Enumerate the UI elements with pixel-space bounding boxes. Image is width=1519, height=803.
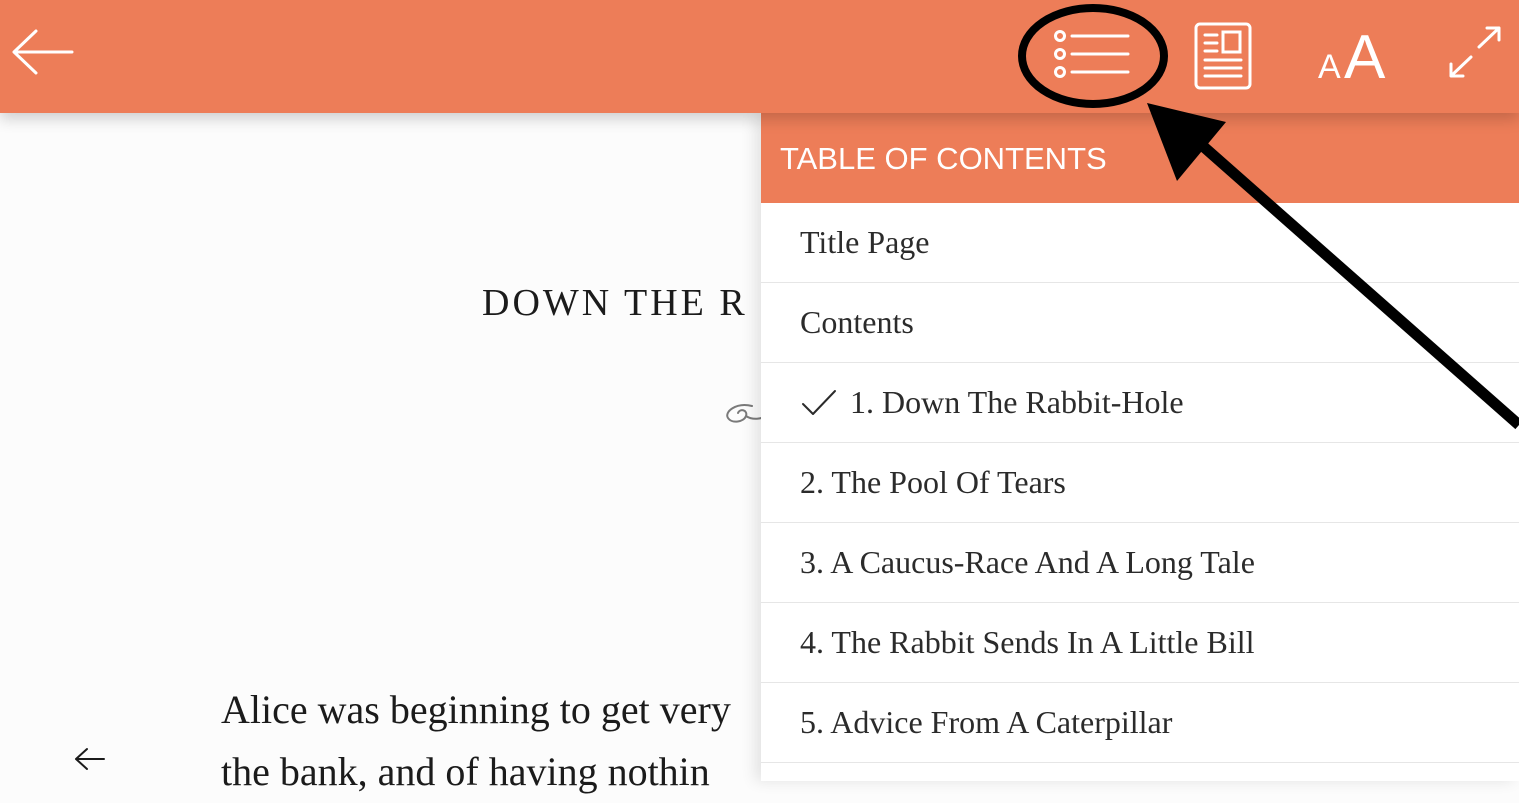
top-toolbar: A A (0, 0, 1519, 113)
body-line: the bank, and of having nothin (221, 749, 710, 794)
left-arrow-icon (75, 748, 105, 770)
toc-item-chapter-4[interactable]: 4. The Rabbit Sends In A Little Bill (761, 603, 1519, 683)
font-size-icon: A A (1318, 24, 1386, 82)
back-button[interactable] (8, 22, 78, 82)
toc-item-contents[interactable]: Contents (761, 283, 1519, 363)
toc-item-label: 2. The Pool Of Tears (800, 464, 1066, 500)
toc-header: TABLE OF CONTENTS (761, 113, 1519, 203)
toc-item-chapter-2[interactable]: 2. The Pool Of Tears (761, 443, 1519, 523)
table-of-contents-icon (1054, 30, 1130, 78)
toc-list: Title Page Contents 1. Down The Rabbit-H… (761, 203, 1519, 763)
font-size-small-glyph: A (1318, 48, 1341, 82)
toc-item-label: 4. The Rabbit Sends In A Little Bill (800, 624, 1255, 660)
font-size-large-glyph: A (1344, 24, 1386, 82)
fullscreen-icon (1449, 26, 1501, 78)
checkmark-icon (802, 389, 836, 415)
toc-item-label: 5. Advice From A Caterpillar (800, 704, 1173, 740)
toc-item-chapter-1[interactable]: 1. Down The Rabbit-Hole (761, 363, 1519, 443)
toc-item-label: Title Page (800, 224, 930, 260)
toc-item-title-page[interactable]: Title Page (761, 203, 1519, 283)
previous-page-button[interactable] (70, 741, 110, 777)
toc-item-chapter-5[interactable]: 5. Advice From A Caterpillar (761, 683, 1519, 763)
chapter-body-text: Alice was beginning to get very the bank… (221, 679, 731, 803)
toc-item-chapter-3[interactable]: 3. A Caucus-Race And A Long Tale (761, 523, 1519, 603)
font-size-button[interactable]: A A (1312, 22, 1394, 84)
table-of-contents-button[interactable] (1050, 22, 1132, 86)
toc-item-label: Contents (800, 304, 914, 340)
back-arrow-icon (12, 29, 74, 75)
chapter-title: DOWN THE R (482, 282, 748, 324)
toc-item-label: 3. A Caucus-Race And A Long Tale (800, 544, 1255, 580)
fullscreen-button[interactable] (1442, 22, 1508, 82)
page-layout-icon (1194, 22, 1252, 90)
toc-item-label: 1. Down The Rabbit-Hole (850, 384, 1184, 420)
page-layout-button[interactable] (1190, 20, 1256, 92)
body-line: Alice was beginning to get very (221, 687, 731, 732)
table-of-contents-panel: TABLE OF CONTENTS Title Page Contents 1.… (761, 113, 1519, 781)
